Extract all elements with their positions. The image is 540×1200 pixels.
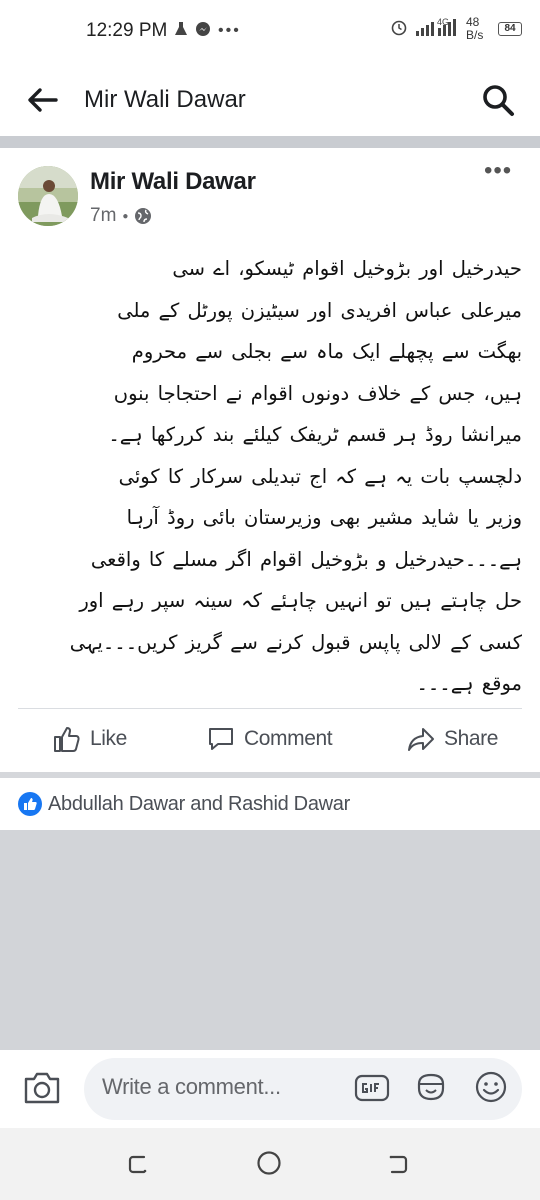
reactions-text: Abdullah Dawar and Rashid Dawar <box>48 792 350 815</box>
like-label: Like <box>90 727 127 750</box>
meta-dot: ● <box>122 210 129 222</box>
post-author[interactable]: Mir Wali Dawar <box>90 168 256 196</box>
post-line: حل چاہتے ہیں تو انہیں چاہئے کہ سینہ سپر … <box>79 589 522 612</box>
camera-icon[interactable] <box>22 1070 62 1106</box>
data-rate: 48 B/s <box>466 16 483 42</box>
post-line: دلچسپ بات یہ ہے کہ اج تبدیلی سرکار کا کو… <box>118 464 522 488</box>
sticker-icon[interactable] <box>414 1070 448 1104</box>
post-line: میرانشا روڈ ہر قسم ٹریفک کیلئے بند کررکھ… <box>108 423 522 446</box>
post-line: میرعلی عباس افریدی اور سیٹیزن پورٹل کے م… <box>117 298 522 322</box>
comment-input[interactable] <box>102 1074 342 1100</box>
post-options-icon[interactable]: ••• <box>484 159 518 190</box>
signal-icon: 4G <box>416 17 456 36</box>
back-arrow-icon[interactable] <box>26 86 58 114</box>
comment-label: Comment <box>244 727 333 750</box>
comment-composer <box>0 1050 540 1128</box>
status-bar: 12:29 PM ••• 4G 48 B/s 84 <box>0 0 540 62</box>
recent-apps-icon[interactable] <box>126 1152 150 1176</box>
flask-icon <box>175 22 187 35</box>
like-reaction-icon <box>18 792 42 816</box>
more-notifications-icon: ••• <box>218 22 241 39</box>
share-arrow-icon <box>408 728 434 751</box>
comment-bubble-icon <box>209 728 233 750</box>
post-time[interactable]: 7m <box>90 205 116 227</box>
actions-divider <box>18 708 522 709</box>
post-line: ہیں، جس کے خلاف دونوں اقوام نے احتجاجا ب… <box>113 381 522 405</box>
emoji-icon[interactable] <box>474 1070 508 1104</box>
post-body: حیدرخیل اور بڑوخیل اقوام ٹیسکو، اے سی می… <box>18 248 522 698</box>
globe-icon <box>135 208 152 224</box>
post-line: حیدرخیل اور بڑوخیل اقوام ٹیسکو، اے سی <box>172 257 522 280</box>
status-notification-icons: ••• <box>174 19 241 40</box>
post-actions: Like Comment Share <box>0 712 540 770</box>
share-label: Share <box>444 727 499 750</box>
data-rate-unit: B/s <box>466 28 484 42</box>
status-time: 12:29 PM <box>86 20 168 41</box>
back-nav-icon[interactable] <box>386 1152 410 1176</box>
post-meta: 7m ● <box>90 205 152 227</box>
post-line: وزیر یا شاید مشیر بھی وزیرستان بائی روڈ … <box>126 506 522 529</box>
reactions-summary[interactable]: Abdullah Dawar and Rashid Dawar <box>18 792 350 816</box>
like-button[interactable]: Like <box>52 724 127 754</box>
battery-icon: 84 <box>498 22 522 36</box>
messenger-icon <box>196 22 211 36</box>
share-button[interactable]: Share <box>406 724 498 754</box>
system-nav-bar <box>0 1128 540 1200</box>
thumbs-up-icon <box>54 727 80 752</box>
post-line: کسی کے لالی پاپس قبول کرنے سے گریز کریں۔… <box>69 630 522 654</box>
avatar[interactable] <box>18 166 78 226</box>
alarm-icon <box>391 20 407 36</box>
home-icon[interactable] <box>256 1150 282 1176</box>
app-header: Mir Wali Dawar <box>0 62 540 136</box>
comment-button[interactable]: Comment <box>206 724 333 754</box>
comments-area <box>0 830 540 1050</box>
search-icon[interactable] <box>480 82 516 118</box>
header-divider <box>0 136 540 148</box>
post-line: ہے۔۔۔حیدرخیل و بڑوخیل اقوام اگر مسلے کا … <box>90 547 522 571</box>
comment-box[interactable] <box>84 1058 522 1120</box>
reactions-divider <box>0 772 540 778</box>
page-title: Mir Wali Dawar <box>84 86 246 113</box>
post-line: بھگت سے پچھلے ایک ماہ سے بجلی سے محروم <box>131 340 522 363</box>
gif-icon[interactable] <box>354 1072 390 1104</box>
post-line: موقع ہے۔۔۔ <box>416 672 522 695</box>
